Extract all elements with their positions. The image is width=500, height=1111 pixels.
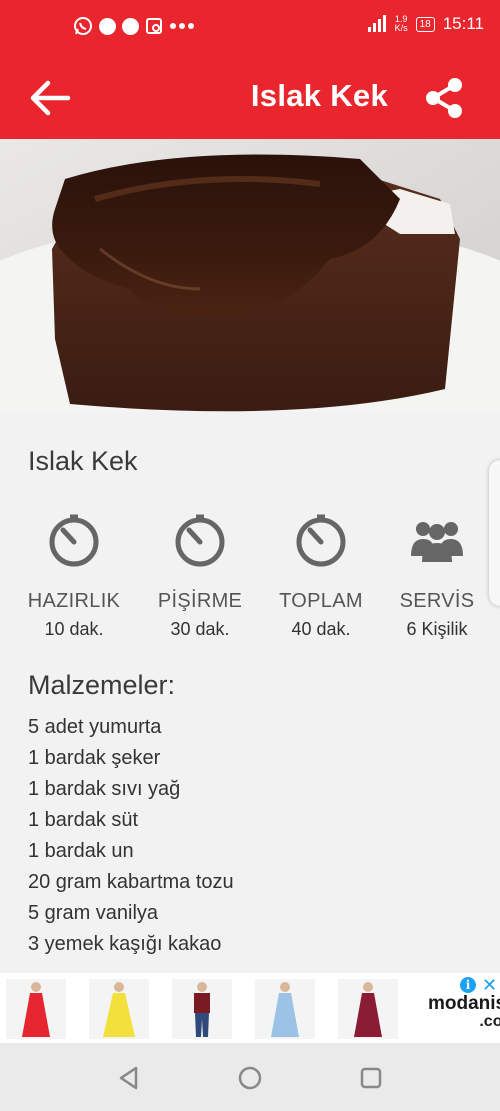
ingredients-list: 5 adet yumurta 1 bardak şeker 1 bardak s… <box>28 712 234 960</box>
back-arrow-icon[interactable] <box>28 76 72 120</box>
timer-icon <box>296 514 346 567</box>
stat-label: TOPLAM <box>279 590 363 612</box>
nav-home-icon[interactable] <box>237 1065 263 1091</box>
timer-icon <box>175 514 225 567</box>
system-icons: 1.9 K/s 18 15:11 <box>367 14 484 34</box>
stat-prep-time: HAZIRLIK 10 dak. <box>14 512 134 640</box>
stat-value: 30 dak. <box>170 619 230 639</box>
ad-product-image[interactable] <box>338 979 398 1039</box>
nav-back-icon[interactable] <box>116 1065 142 1091</box>
ad-brand-suffix: .com <box>479 1013 500 1030</box>
notification-dot-icon <box>99 17 116 35</box>
ingredient-item: 1 bardak un <box>28 840 134 862</box>
ingredient-item: 1 bardak şeker <box>28 747 161 769</box>
stat-value: 6 Kişilik <box>406 619 468 639</box>
notification-icons <box>73 16 195 36</box>
ad-product-image[interactable] <box>6 979 66 1039</box>
people-icon <box>411 522 463 562</box>
recipe-title: Islak Kek <box>28 446 138 476</box>
stat-label: PİŞİRME <box>157 590 243 612</box>
app-bar: Islak Kek <box>0 56 500 139</box>
stat-value: 40 dak. <box>291 619 351 639</box>
stat-total-time: TOPLAM 40 dak. <box>261 512 381 640</box>
timer-icon <box>49 514 99 567</box>
ad-brand-area[interactable]: i ✕ modanisa .com <box>414 973 500 1043</box>
ingredient-item: 20 gram kabartma tozu <box>28 871 234 893</box>
ad-banner[interactable]: i ✕ modanisa .com <box>0 973 500 1043</box>
stat-label: SERVİS <box>399 590 475 612</box>
signal-icon <box>367 15 386 32</box>
battery-icon: 18 <box>415 16 435 32</box>
app-bar-title: Islak Kek <box>250 78 388 113</box>
ad-product-image[interactable] <box>255 979 315 1039</box>
notification-dot-icon <box>122 17 139 35</box>
ad-brand-logo: modanisa .com <box>428 993 500 1031</box>
ad-brand-name: modanisa <box>428 993 500 1014</box>
ad-info-icon[interactable]: i <box>460 977 476 993</box>
stat-value: 10 dak. <box>44 619 104 639</box>
more-notifications-icon <box>170 23 194 29</box>
side-panel-handle[interactable] <box>489 460 500 606</box>
stat-label: HAZIRLIK <box>27 590 121 612</box>
ingredient-item: 5 gram vanilya <box>28 902 159 924</box>
ingredient-item: 1 bardak sıvı yağ <box>28 778 181 800</box>
network-speed-unit: K/s <box>394 23 408 33</box>
ad-product-image[interactable] <box>89 979 149 1039</box>
network-speed: 1.9 K/s <box>395 15 408 33</box>
clock: 15:11 <box>442 14 484 33</box>
ingredient-item: 1 bardak süt <box>28 809 139 831</box>
recipe-content: Islak Kek HAZIRLIK 10 dak. PİŞİRME 30 da… <box>0 412 500 972</box>
ingredients-title: Malzemeler: <box>28 670 176 700</box>
image-notification-icon <box>146 18 162 34</box>
nav-recents-icon[interactable] <box>358 1065 384 1091</box>
share-icon[interactable] <box>420 74 468 122</box>
ingredient-item: 5 adet yumurta <box>28 716 162 738</box>
stat-servings: SERVİS 6 Kişilik <box>377 512 497 640</box>
recipe-photo <box>0 139 500 412</box>
status-bar: 1.9 K/s 18 15:11 <box>0 0 500 56</box>
ad-product-image[interactable] <box>172 979 232 1039</box>
system-navigation-bar <box>0 1043 500 1111</box>
ingredient-item: 3 yemek kaşığı kakao <box>28 933 222 955</box>
whatsapp-icon <box>74 17 92 35</box>
stat-cook-time: PİŞİRME 30 dak. <box>140 512 260 640</box>
